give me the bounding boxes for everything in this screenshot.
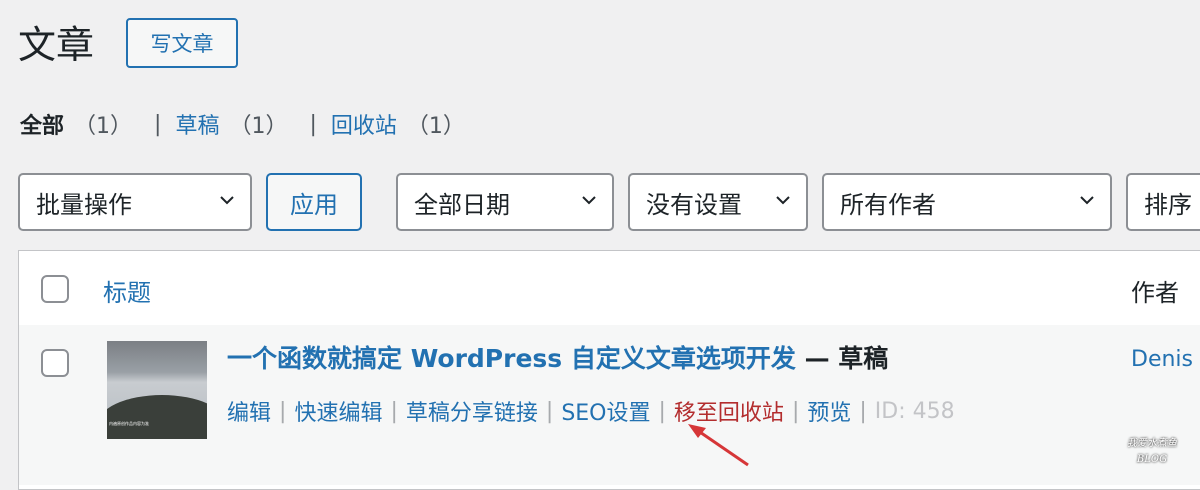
page-title: 文章 (18, 23, 95, 67)
apply-button[interactable]: 应用 (266, 173, 362, 231)
column-author-header: 作者 (1131, 279, 1179, 307)
post-status-views: 全部 （1） | 草稿 （1） | 回收站 （1） (20, 106, 465, 142)
edit-link[interactable]: 编辑 (227, 395, 271, 427)
view-trash-count: （1） (406, 114, 465, 139)
bulk-action-select[interactable]: 批量操作 (18, 173, 252, 231)
select-all-checkbox[interactable] (41, 275, 69, 303)
view-all[interactable]: 全部 （1） (20, 108, 132, 140)
date-filter-select[interactable]: 全部日期 (396, 173, 614, 231)
post-title-link[interactable]: 一个函数就搞定 WordPress 自定义文章选项开发 — 草稿 (227, 339, 888, 375)
add-new-post-button[interactable]: 写文章 (126, 18, 238, 68)
table-header: 标题 作者 (19, 251, 1200, 326)
chevron-down-icon (582, 196, 596, 205)
seo-settings-link[interactable]: SEO设置 (561, 395, 650, 427)
view-all-count: （1） (74, 114, 133, 139)
chevron-down-icon (1080, 196, 1094, 205)
post-author-link[interactable]: Denis (1131, 347, 1193, 372)
row-actions: 编辑 | 快速编辑 | 草稿分享链接 | SEO设置 | 移至回收站 | 预览 | ID: … (227, 395, 955, 427)
view-separator: | (154, 111, 162, 137)
seo-filter-select[interactable]: 没有设置 (628, 173, 808, 231)
column-title-header[interactable]: 标题 (103, 273, 151, 308)
watermark-logo: 我爱水煮鱼 BLOG (1127, 438, 1177, 465)
chevron-down-icon (220, 196, 234, 205)
author-filter-select[interactable]: 所有作者 (822, 173, 1112, 231)
row-checkbox[interactable] (41, 349, 69, 377)
sort-select[interactable]: 排序 (1126, 173, 1200, 231)
trash-link[interactable]: 移至回收站 (674, 395, 784, 427)
preview-link[interactable]: 预览 (807, 395, 851, 427)
thumbnail-caption: 内遍原创作品内容为准 (109, 421, 149, 426)
view-separator: | (309, 111, 317, 137)
quick-edit-link[interactable]: 快速编辑 (294, 395, 382, 427)
view-trash[interactable]: 回收站 （1） (331, 108, 465, 140)
post-id: ID: 458 (874, 398, 955, 424)
post-state: — 草稿 (795, 344, 889, 373)
post-thumbnail: 内遍原创作品内容为准 (107, 341, 207, 439)
table-row: 内遍原创作品内容为准 一个函数就搞定 WordPress 自定义文章选项开发 —… (19, 325, 1200, 485)
chevron-down-icon (776, 196, 790, 205)
posts-table: 标题 作者 内遍原创作品内容为准 一个函数就搞定 WordPress 自定义文章… (18, 250, 1200, 490)
draft-share-link[interactable]: 草稿分享链接 (406, 395, 538, 427)
view-drafts[interactable]: 草稿 （1） (175, 108, 287, 140)
view-drafts-count: （1） (229, 114, 288, 139)
